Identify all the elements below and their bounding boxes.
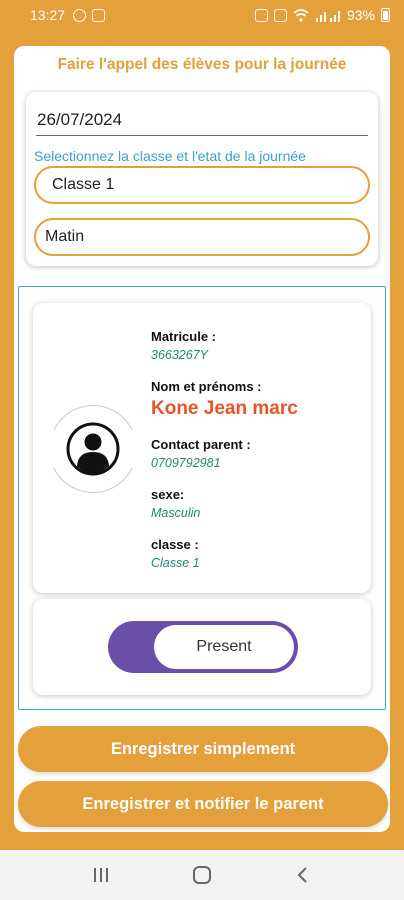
sexe-value: Masculin bbox=[151, 506, 201, 520]
name-label: Nom et prénoms : bbox=[151, 379, 262, 394]
student-card: Matricule : 3663267Y Nom et prénoms : Ko… bbox=[33, 303, 371, 593]
page-title: Faire l'appel des élèves pour la journée bbox=[57, 56, 347, 73]
navigation-bar bbox=[0, 850, 404, 900]
matricule-field: Matricule : 3663267Y bbox=[151, 329, 216, 362]
status-right: 93% bbox=[254, 7, 390, 23]
class-select-value: Classe 1 bbox=[52, 176, 115, 193]
contact-field: Contact parent : 0709792981 bbox=[151, 437, 251, 470]
attendance-toggle[interactable]: Present bbox=[108, 621, 298, 673]
wifi-icon bbox=[293, 8, 309, 22]
student-list[interactable]: Matricule : 3663267Y Nom et prénoms : Ko… bbox=[18, 286, 386, 710]
contact-value: 0709792981 bbox=[151, 456, 221, 470]
class-select[interactable]: Classe 1 bbox=[34, 166, 370, 204]
battery-icon bbox=[381, 8, 390, 22]
period-select[interactable]: Matin bbox=[34, 218, 370, 256]
alarm-icon bbox=[254, 8, 268, 22]
attendance-toggle-card: Present bbox=[33, 599, 371, 695]
back-icon bbox=[297, 867, 308, 883]
status-left: 13:27 bbox=[30, 7, 106, 23]
signal-icon bbox=[315, 10, 340, 22]
attendance-state: Present bbox=[196, 638, 252, 655]
user-avatar-icon bbox=[66, 422, 120, 476]
recent-apps-button[interactable] bbox=[81, 855, 121, 895]
notification-icon bbox=[273, 8, 287, 22]
battery-percent: 93% bbox=[346, 7, 375, 23]
recent-apps-icon bbox=[93, 868, 108, 882]
save-and-notify-button[interactable]: Enregistrer et notifier le parent bbox=[18, 781, 388, 827]
back-button[interactable] bbox=[283, 855, 323, 895]
avatar bbox=[46, 405, 140, 493]
status-time: 13:27 bbox=[30, 7, 66, 23]
contact-label: Contact parent : bbox=[151, 437, 251, 452]
gallery-icon bbox=[92, 8, 106, 22]
matricule-value: 3663267Y bbox=[151, 348, 209, 362]
status-bar: 13:27 93% bbox=[0, 0, 404, 30]
classe-value: Classe 1 bbox=[151, 556, 200, 570]
whatsapp-icon bbox=[73, 8, 87, 22]
save-button[interactable]: Enregistrer simplement bbox=[18, 726, 388, 772]
home-icon bbox=[192, 866, 211, 884]
attendance-card: Faire l'appel des élèves pour la journée… bbox=[14, 46, 390, 832]
classe-field: classe : Classe 1 bbox=[151, 537, 200, 570]
classe-label: classe : bbox=[151, 537, 199, 552]
selection-hint: Selectionnez la classe et l'etat de la j… bbox=[34, 148, 306, 164]
period-select-value: Matin bbox=[45, 228, 85, 245]
sexe-label: sexe: bbox=[151, 487, 185, 502]
date-field[interactable]: 26/07/2024 bbox=[36, 110, 368, 136]
matricule-label: Matricule : bbox=[151, 329, 217, 344]
student-name: Kone Jean marc bbox=[151, 398, 298, 419]
selection-form: 26/07/2024 Selectionnez la classe et l'e… bbox=[26, 92, 378, 266]
name-field: Nom et prénoms : Kone Jean marc bbox=[151, 379, 298, 420]
home-button[interactable] bbox=[182, 855, 222, 895]
attendance-toggle-knob[interactable]: Present bbox=[154, 625, 294, 669]
sexe-field: sexe: Masculin bbox=[151, 487, 200, 520]
